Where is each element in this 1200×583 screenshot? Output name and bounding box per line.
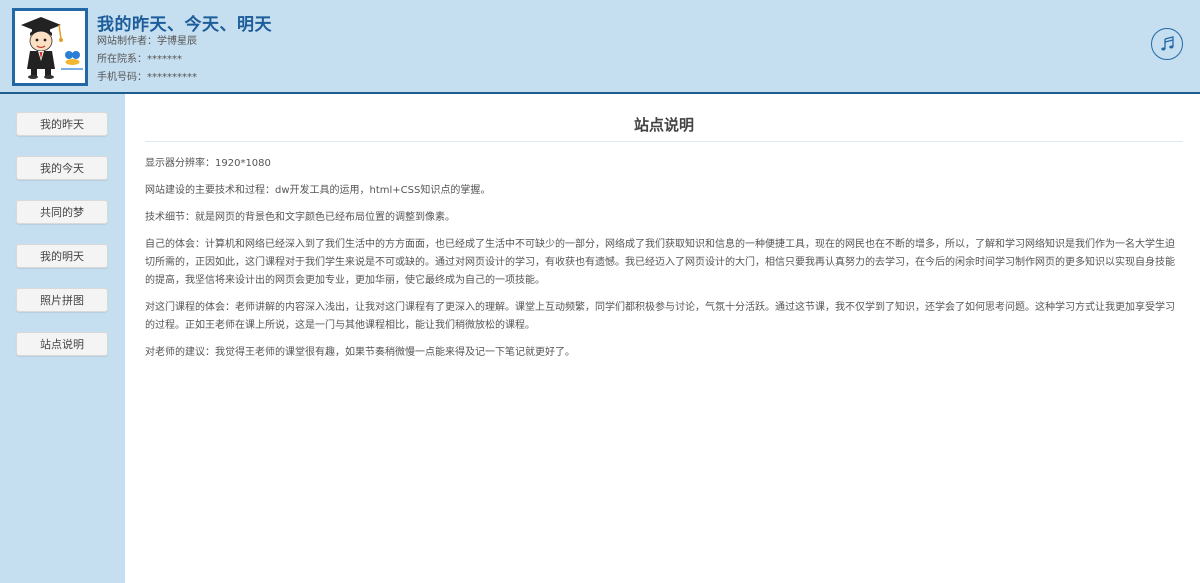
content-body: 显示器分辨率：1920*1080 网站建设的主要技术和过程：dw开发工具的运用，… xyxy=(145,155,1183,362)
avatar xyxy=(12,8,88,86)
detail-paragraph: 技术细节：就是网页的背景色和文字颜色已经布局位置的调整到像素。 xyxy=(145,212,455,223)
course-feedback-paragraph: 对这门课程的体会：老师讲解的内容深入浅出，让我对这门课程有了更深入的理解。课堂上… xyxy=(145,302,1175,331)
music-note-icon xyxy=(1161,36,1174,51)
main-content: 站点说明 显示器分辨率：1920*1080 网站建设的主要技术和过程：dw开发工… xyxy=(145,94,1183,371)
music-toggle-button[interactable] xyxy=(1151,28,1183,60)
nav-site-info-button[interactable]: 站点说明 xyxy=(16,332,108,356)
nav-tomorrow-button[interactable]: 我的明天 xyxy=(16,244,108,268)
resolution-paragraph: 显示器分辨率：1920*1080 xyxy=(145,158,271,169)
experience-paragraph: 自己的体会：计算机和网络已经深入到了我们生活中的方方面面，也已经成了生活中不可缺… xyxy=(145,239,1175,286)
teacher-suggestion-paragraph: 对老师的建议：我觉得王老师的课堂很有趣，如果节奏稍微慢一点能来得及记一下笔记就更… xyxy=(145,347,575,358)
technology-paragraph: 网站建设的主要技术和过程：dw开发工具的运用，html+CSS知识点的掌握。 xyxy=(145,185,491,196)
title-divider xyxy=(145,141,1183,142)
nav-shared-dream-button[interactable]: 共同的梦 xyxy=(16,200,108,224)
site-header: 我的昨天、今天、明天 网站制作者：学博星辰 所在院系：******* 手机号码：… xyxy=(0,0,1200,94)
nav-photo-puzzle-button[interactable]: 照片拼图 xyxy=(16,288,108,312)
department-info: 所在院系：******* xyxy=(97,54,182,65)
nav-today-button[interactable]: 我的今天 xyxy=(16,156,108,180)
author-info: 网站制作者：学博星辰 xyxy=(97,36,197,47)
site-title: 我的昨天、今天、明天 xyxy=(97,15,272,35)
sidebar-nav: 我的昨天 我的今天 共同的梦 我的明天 照片拼图 站点说明 xyxy=(0,94,125,583)
phone-info: 手机号码：********** xyxy=(97,72,197,83)
page-title: 站点说明 xyxy=(633,116,694,134)
graduate-avatar-icon xyxy=(21,17,83,79)
nav-yesterday-button[interactable]: 我的昨天 xyxy=(16,112,108,136)
